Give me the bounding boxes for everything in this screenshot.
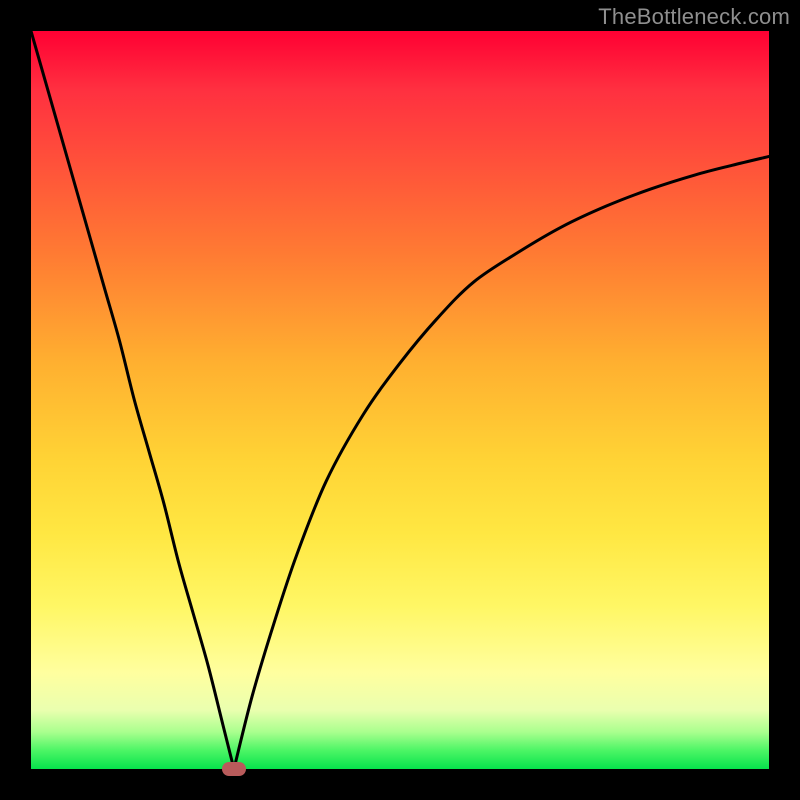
minimum-marker: [222, 762, 246, 776]
gradient-background: [31, 31, 769, 769]
watermark-text: TheBottleneck.com: [598, 4, 790, 30]
chart-frame: TheBottleneck.com: [0, 0, 800, 800]
